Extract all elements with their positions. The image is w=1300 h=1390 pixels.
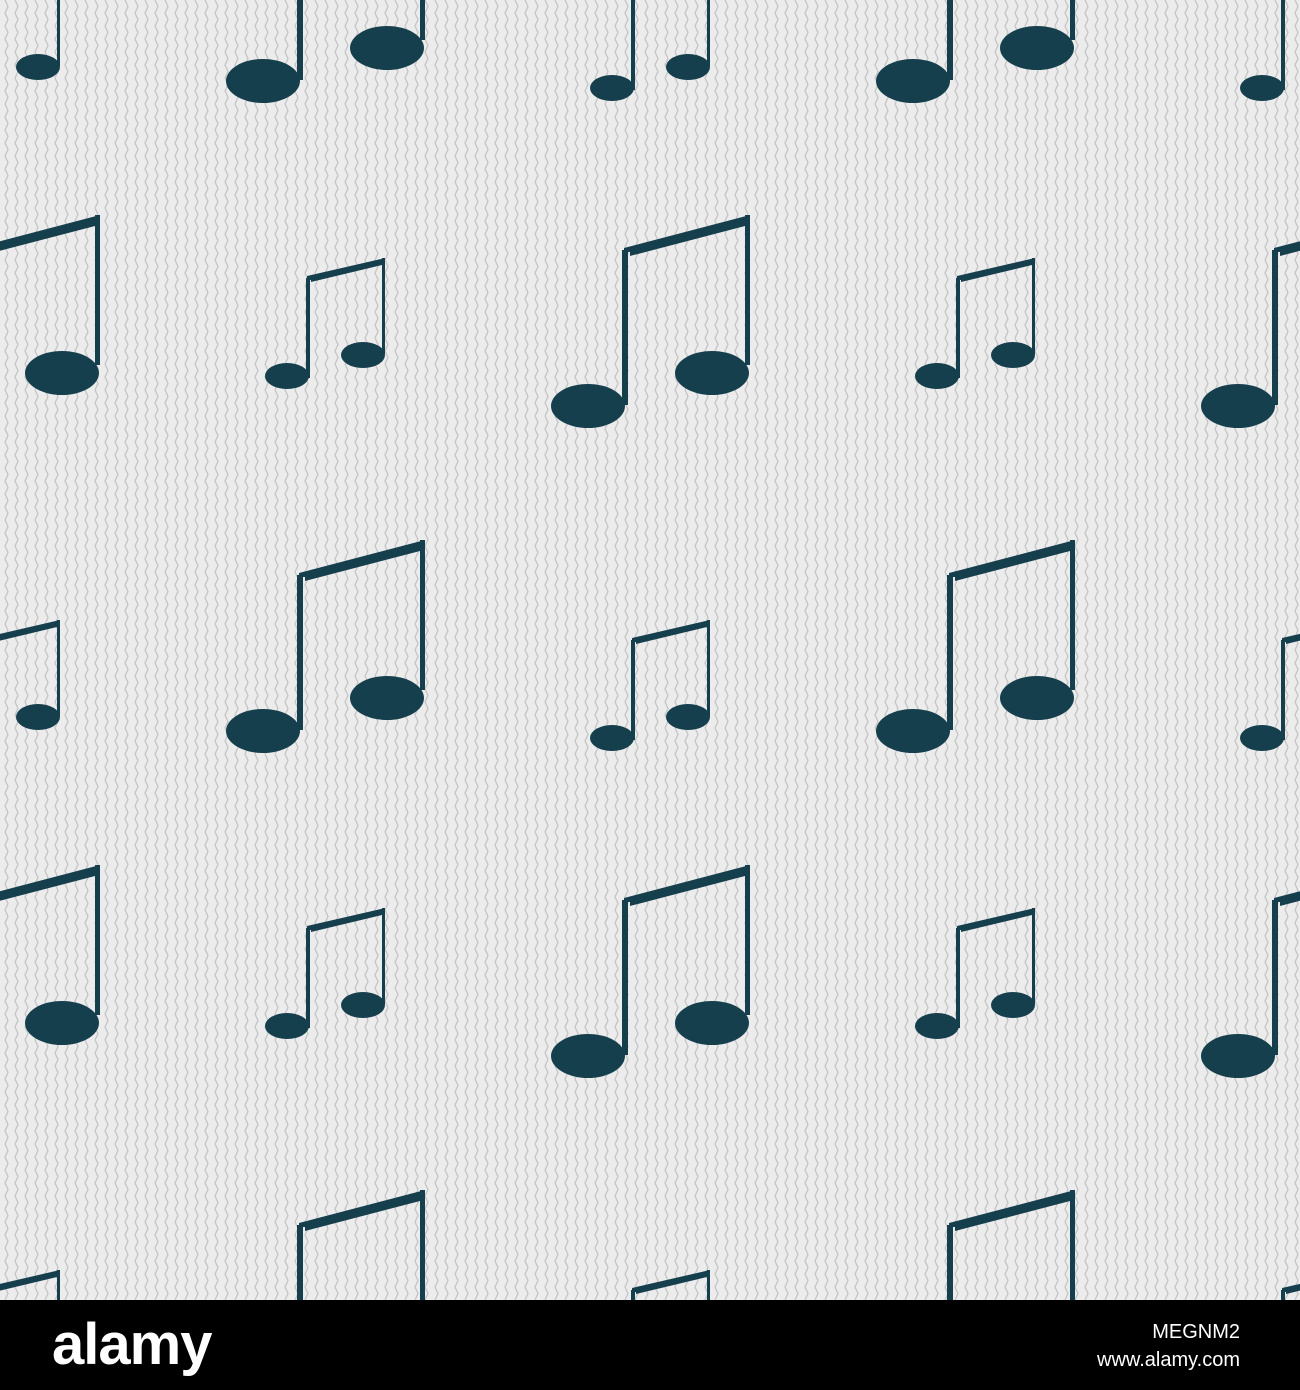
site-url: www.alamy.com bbox=[1097, 1349, 1240, 1371]
alamy-logo: alamy bbox=[52, 1312, 212, 1377]
stock-image-id: MEGNM2 bbox=[1152, 1321, 1240, 1343]
footer-bar: alamy MEGNM2 www.alamy.com bbox=[0, 1300, 1300, 1390]
zigzag-texture bbox=[0, 0, 1300, 1300]
pattern-canvas bbox=[0, 0, 1300, 1300]
music-note-pattern bbox=[0, 0, 1300, 1300]
